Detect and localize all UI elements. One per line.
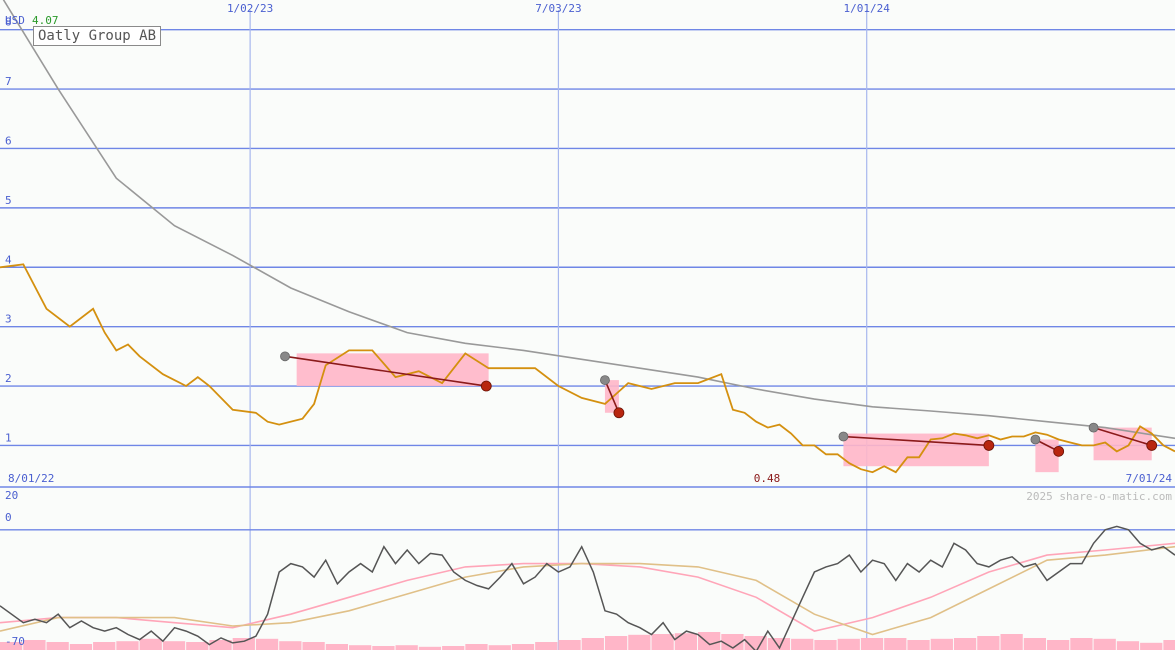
volume-bar-17 — [395, 645, 418, 650]
volume-bar-21 — [488, 645, 511, 650]
volume-bar-28 — [651, 634, 674, 650]
volume-bar-2 — [46, 642, 69, 650]
volume-bar-43 — [1000, 634, 1023, 650]
volume-bar-12 — [279, 641, 302, 650]
marker-red-3 — [1053, 445, 1065, 457]
volume-bar-50 — [1163, 640, 1175, 650]
volume-bar-10 — [232, 638, 255, 650]
volume-bar-14 — [325, 644, 349, 650]
volume-bar-5 — [116, 641, 139, 650]
volume-bar-27 — [628, 634, 651, 650]
y-tick-label-6: 6 — [5, 134, 12, 147]
volume-bar-19 — [442, 646, 465, 650]
volume-bar-1 — [23, 640, 46, 650]
marker-gray-3 — [1030, 434, 1041, 445]
volume-bar-45 — [1047, 640, 1070, 650]
marker-red-2 — [983, 440, 995, 451]
marker-red-1 — [613, 407, 625, 419]
volume-bar-49 — [1140, 642, 1163, 650]
volume-bar-8 — [186, 642, 209, 650]
marker-gray-1 — [600, 375, 610, 385]
stock-chart: 876543211/02/23 7/03/23 1/01/24 USD 4.07 8… — [0, 0, 1175, 650]
volume-bar-24 — [558, 640, 581, 650]
volume-bar-47 — [1093, 638, 1116, 650]
volume-bar-11 — [255, 638, 279, 650]
volume-bar-41 — [953, 638, 977, 650]
volume-bar-7 — [162, 641, 186, 650]
volume-bar-3 — [69, 644, 93, 650]
volume-bar-38 — [884, 638, 907, 650]
volume-bar-46 — [1070, 638, 1093, 650]
osc-tick-label-0: 0 — [5, 511, 12, 524]
osc-tick-label-20: 20 — [5, 489, 18, 502]
marker-red-4 — [1146, 440, 1158, 451]
volume-bar-40 — [930, 638, 953, 650]
x-tick-label-0: 1/02/23 — [227, 2, 273, 15]
volume-bar-39 — [907, 640, 930, 650]
volume-bar-13 — [302, 642, 325, 650]
volume-bar-48 — [1116, 641, 1140, 650]
volume-bar-22 — [511, 644, 535, 650]
volume-bar-34 — [791, 638, 814, 650]
y-tick-label-1: 1 — [5, 431, 12, 444]
volume-bar-30 — [698, 632, 721, 650]
y-tick-label-5: 5 — [5, 194, 12, 207]
volume-bar-20 — [465, 644, 488, 650]
volume-bar-29 — [674, 633, 698, 650]
marker-gray-2 — [838, 431, 849, 442]
start-date-label: 8/01/22 — [8, 472, 54, 485]
volume-bar-25 — [581, 638, 604, 650]
currency-label: USD — [5, 14, 25, 27]
end-date-label: 7/01/24 — [1126, 472, 1173, 485]
marker-gray-4 — [1088, 422, 1099, 433]
volume-bar-36 — [837, 638, 860, 650]
chart-background — [0, 0, 1175, 650]
volume-bar-16 — [372, 646, 395, 650]
volume-bar-6 — [139, 638, 162, 650]
x-tick-label-1: 7/03/23 — [535, 2, 581, 15]
highlight-zone-0 — [296, 353, 489, 387]
volume-bar-42 — [977, 636, 1000, 650]
marker-red-0 — [480, 380, 492, 392]
x-tick-label-2: 1/01/24 — [844, 2, 891, 15]
y-tick-label-4: 4 — [5, 253, 12, 266]
highlight-zone-3 — [1035, 439, 1059, 473]
volume-bar-15 — [349, 645, 372, 650]
volume-bar-37 — [860, 638, 884, 650]
marker-gray-0 — [280, 351, 290, 362]
osc-tick-label--70: -70 — [5, 635, 25, 648]
company-title: Oatly Group AB — [33, 26, 162, 46]
y-tick-label-7: 7 — [5, 75, 12, 88]
credit-label: 2025 share-o-matic.com — [1026, 490, 1172, 503]
volume-bar-4 — [93, 642, 116, 650]
y-tick-label-2: 2 — [5, 372, 12, 385]
min-value-label: 0.48 — [754, 472, 781, 485]
volume-bar-44 — [1023, 638, 1047, 650]
volume-bar-26 — [604, 636, 628, 650]
volume-bar-23 — [535, 642, 558, 650]
volume-bar-35 — [814, 640, 837, 650]
y-tick-label-3: 3 — [5, 313, 12, 326]
